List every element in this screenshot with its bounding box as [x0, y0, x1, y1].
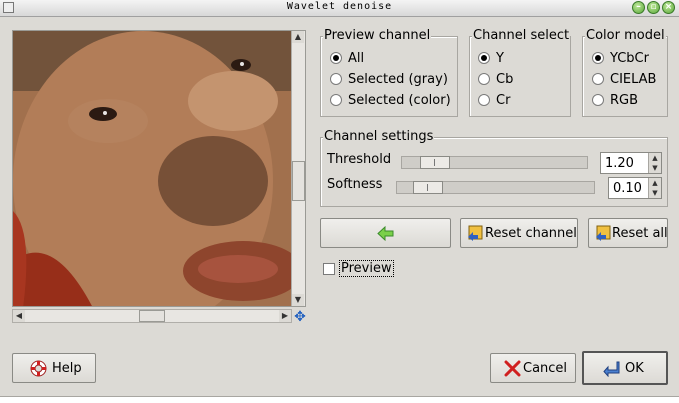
preview-channel-selected-color[interactable]: Selected (color): [330, 93, 451, 111]
spin-up-icon[interactable]: ▲: [649, 178, 661, 188]
radio-label: Y: [496, 51, 504, 66]
ok-label: OK: [625, 361, 644, 376]
preview-panel[interactable]: ▲ ▼: [12, 30, 306, 307]
preview-channel-all[interactable]: All: [330, 51, 364, 69]
scroll-down-icon[interactable]: ▼: [292, 294, 304, 306]
radio-icon[interactable]: [592, 51, 604, 64]
ok-button[interactable]: OK: [582, 351, 668, 385]
radio-icon[interactable]: [478, 51, 490, 64]
face-image: [13, 31, 293, 306]
softness-slider[interactable]: [396, 181, 595, 194]
color-model-cielab[interactable]: CIELAB: [592, 72, 656, 90]
scroll-up-icon[interactable]: ▲: [292, 31, 304, 43]
spin-up-icon[interactable]: ▲: [649, 153, 661, 163]
apply-button[interactable]: [320, 218, 451, 248]
radio-icon[interactable]: [330, 72, 342, 85]
color-model-ycbcr[interactable]: YCbCr: [592, 51, 649, 69]
radio-label: Cb: [496, 72, 514, 87]
preview-channel-title: Preview channel: [323, 28, 432, 43]
threshold-slider[interactable]: [401, 156, 588, 169]
channel-select-group: Channel select Y Cb Cr: [469, 28, 571, 117]
cancel-button[interactable]: Cancel: [490, 353, 576, 383]
preview-vertical-scrollbar[interactable]: ▲ ▼: [291, 31, 305, 306]
radio-icon[interactable]: [592, 93, 604, 106]
spin-down-icon[interactable]: ▼: [649, 163, 661, 173]
threshold-spinbox[interactable]: 1.20 ▲ ▼: [600, 152, 662, 174]
cancel-x-icon: [504, 360, 521, 377]
help-button[interactable]: Help: [12, 353, 96, 383]
color-model-group: Color model YCbCr CIELAB RGB: [582, 28, 668, 117]
channel-settings-title: Channel settings: [323, 129, 435, 144]
window-title: Wavelet denoise: [286, 1, 393, 12]
reset-icon: [596, 225, 611, 241]
lifebuoy-icon: [30, 360, 47, 377]
channel-settings-group: Channel settings Threshold 1.20 ▲ ▼ Softn…: [320, 129, 668, 207]
radio-icon[interactable]: [478, 93, 490, 106]
channel-select-y[interactable]: Y: [478, 51, 504, 69]
softness-slider-thumb[interactable]: [413, 181, 443, 194]
radio-label: Cr: [496, 93, 511, 108]
threshold-value[interactable]: 1.20: [605, 156, 634, 171]
reset-channel-label: Reset channel: [485, 226, 577, 241]
horizontal-scroll-thumb[interactable]: [139, 310, 165, 322]
window-titlebar: Wavelet denoise – ▫ ×: [0, 0, 679, 17]
maximize-button[interactable]: ▫: [647, 1, 660, 14]
threshold-label: Threshold: [327, 152, 392, 167]
preview-checkbox[interactable]: [323, 263, 335, 275]
radio-icon[interactable]: [330, 93, 342, 106]
threshold-slider-thumb[interactable]: [420, 156, 450, 169]
radio-label: Selected (color): [348, 93, 451, 108]
radio-label: RGB: [610, 93, 639, 108]
color-model-rgb[interactable]: RGB: [592, 93, 638, 111]
color-model-title: Color model: [585, 28, 666, 43]
reset-all-label: Reset all: [612, 226, 668, 241]
reset-icon: [468, 225, 483, 241]
preview-checkbox-label[interactable]: Preview: [339, 260, 394, 277]
preview-channel-selected-gray[interactable]: Selected (gray): [330, 72, 448, 90]
radio-label: Selected (gray): [348, 72, 448, 87]
radio-label: YCbCr: [610, 51, 649, 66]
scroll-left-icon[interactable]: ◀: [13, 310, 25, 322]
radio-icon[interactable]: [330, 51, 342, 64]
reset-all-button[interactable]: Reset all: [588, 218, 668, 248]
preview-channel-group: Preview channel All Selected (gray) Sele…: [320, 28, 458, 117]
radio-label: All: [348, 51, 365, 66]
radio-icon[interactable]: [478, 72, 490, 85]
softness-value[interactable]: 0.10: [613, 181, 642, 196]
preview-horizontal-scrollbar[interactable]: ◀ ▶: [12, 309, 292, 323]
reset-channel-button[interactable]: Reset channel: [460, 218, 578, 248]
minimize-button[interactable]: –: [632, 1, 645, 14]
close-button[interactable]: ×: [662, 1, 675, 14]
channel-select-title: Channel select: [472, 28, 571, 43]
softness-label: Softness: [327, 177, 383, 192]
radio-icon[interactable]: [592, 72, 604, 85]
spin-down-icon[interactable]: ▼: [649, 188, 661, 198]
vertical-scroll-thumb[interactable]: [292, 161, 305, 201]
cancel-label: Cancel: [523, 361, 568, 376]
help-label: Help: [52, 361, 82, 376]
channel-select-cr[interactable]: Cr: [478, 93, 510, 111]
radio-label: CIELAB: [610, 72, 657, 87]
return-arrow-icon: [603, 361, 620, 377]
preview-image: [13, 31, 293, 306]
scroll-right-icon[interactable]: ▶: [279, 310, 291, 322]
navigate-icon[interactable]: ✥: [293, 310, 307, 324]
channel-select-cb[interactable]: Cb: [478, 72, 513, 90]
softness-spinbox[interactable]: 0.10 ▲ ▼: [608, 177, 662, 199]
arrow-left-icon: [377, 225, 394, 242]
